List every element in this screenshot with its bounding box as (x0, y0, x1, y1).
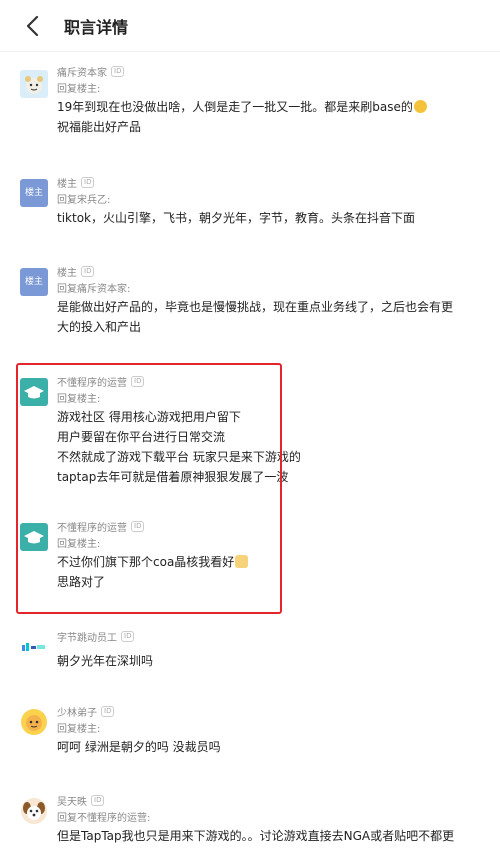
comment-author[interactable]: 少林弟子 (57, 704, 97, 719)
id-badge: ID (111, 65, 125, 77)
reply-to-label: 回复楼主: (57, 724, 101, 735)
id-badge: ID (101, 705, 115, 717)
id-badge: ID (91, 794, 105, 806)
comment-text: tiktok，火山引擎，飞书，朝夕光年，字节，教育。头条在抖音下面 (57, 211, 415, 225)
comment-author[interactable]: 楼主 (57, 175, 77, 190)
sad-face-emoji-icon (413, 100, 427, 113)
highlight-box (16, 363, 282, 614)
back-arrow-icon[interactable] (22, 14, 46, 38)
comment-text: 呵呵 绿洲是朝夕的吗 没裁员吗 (57, 740, 221, 754)
comment-author[interactable]: 吴天昳 (57, 793, 87, 808)
comment-author[interactable]: 字节跳动员工 (57, 629, 117, 644)
bear-cartoon-icon[interactable] (20, 70, 48, 98)
page-title: 职言详情 (64, 18, 129, 37)
dog-cartoon-icon[interactable] (20, 797, 48, 825)
owner-avatar-label: 楼主 (24, 188, 43, 198)
id-badge: ID (81, 265, 95, 277)
comment-author[interactable]: 楼主 (57, 264, 77, 279)
reply-to-label: 回复不懂程序的运营: (57, 813, 151, 824)
top-bar: 职言详情 (0, 0, 500, 52)
comment-text: 朝夕光年在深圳吗 (57, 654, 154, 668)
comment-author[interactable]: 痛斥资本家 (57, 64, 107, 79)
comment-text: 19年到现在也没做出啥，人倒是走了一批又一批。都是来刷base的 祝福能出好产品 (57, 97, 492, 137)
owner-avatar-label: 楼主 (24, 277, 43, 287)
owner-avatar[interactable]: 楼主 (20, 179, 48, 207)
reply-to-label: 回复痛斥资本家: (57, 284, 131, 295)
id-badge: ID (81, 176, 95, 188)
owner-avatar[interactable]: 楼主 (20, 268, 48, 296)
comment-text: 是能做出好产品的，毕竟也是慢慢挑战，现在重点业务线了，之后也会有更 大的投入和产出 (57, 300, 454, 334)
reply-to-label: 回复宋兵乙: (57, 195, 111, 206)
comment-text: 但是TapTap我也只是用来下游戏的。。讨论游戏直接去NGA或者贴吧不都更 (57, 829, 455, 843)
id-badge: ID (121, 630, 135, 642)
reply-to-label: 回复楼主: (57, 84, 101, 95)
bytedance-logo-icon[interactable] (20, 633, 48, 661)
monk-cartoon-icon[interactable] (20, 708, 48, 736)
